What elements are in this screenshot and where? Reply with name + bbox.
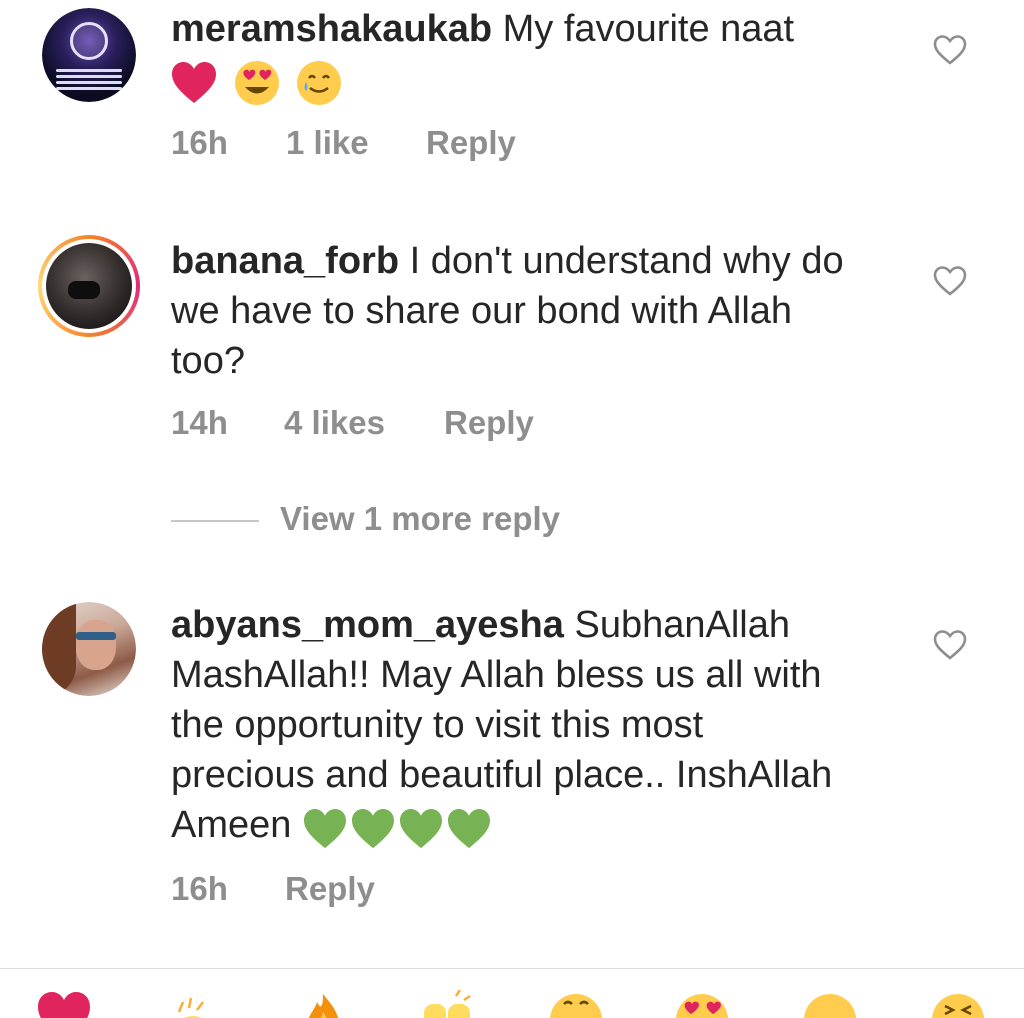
reaction-bar-divider <box>0 968 1024 969</box>
timestamp: 16h <box>171 124 228 161</box>
laughing-face-icon[interactable] <box>930 990 986 1018</box>
clock-icon <box>70 22 108 60</box>
reply-button[interactable]: Reply <box>444 404 534 442</box>
like-heart-icon[interactable] <box>933 34 967 66</box>
avatar[interactable] <box>42 8 136 102</box>
red-heart-icon <box>172 61 216 103</box>
heart-eyes-face-icon[interactable] <box>674 990 730 1018</box>
red-heart-icon[interactable] <box>36 990 92 1018</box>
like-heart-icon[interactable] <box>933 629 967 661</box>
like-count[interactable]: 4 likes <box>284 404 385 442</box>
raising-hands-icon[interactable] <box>420 990 476 1018</box>
comment-text: meramshakaukab My favourite naat <box>171 4 871 108</box>
face-mask-shape <box>68 281 100 299</box>
clapping-hands-icon[interactable] <box>165 990 221 1018</box>
surprised-face-icon[interactable] <box>802 990 858 1018</box>
green-heart-icon <box>351 808 394 849</box>
heart-eyes-face-icon <box>234 60 279 105</box>
username[interactable]: abyans_mom_ayesha <box>171 604 564 646</box>
green-heart-icon <box>447 808 490 849</box>
reply-button[interactable]: Reply <box>285 870 375 908</box>
comment-text: abyans_mom_ayesha SubhanAllah MashAllah!… <box>171 600 851 852</box>
like-heart-icon[interactable] <box>933 265 967 297</box>
green-heart-icon <box>399 808 442 849</box>
avatar[interactable] <box>38 235 140 337</box>
comment-body: My favourite naat <box>502 8 795 50</box>
reply-button[interactable]: Reply <box>426 124 516 162</box>
quick-reaction-bar <box>0 990 1024 1018</box>
smiling-face-with-tear-icon <box>297 60 342 105</box>
username[interactable]: meramshakaukab <box>171 8 492 50</box>
crying-face-icon[interactable] <box>548 990 604 1018</box>
avatar[interactable] <box>42 602 136 696</box>
fire-icon[interactable] <box>295 990 351 1018</box>
timestamp: 16h <box>171 870 228 907</box>
like-count[interactable]: 1 like <box>286 124 369 162</box>
view-more-label[interactable]: View 1 more reply <box>280 500 560 538</box>
divider-line <box>171 520 259 522</box>
comment-text: banana_forb I don't understand why do we… <box>171 236 871 386</box>
green-heart-icon <box>303 808 346 849</box>
username[interactable]: banana_forb <box>171 240 399 282</box>
view-more-replies[interactable]: View 1 more reply <box>171 500 671 546</box>
timestamp: 14h <box>171 404 228 441</box>
